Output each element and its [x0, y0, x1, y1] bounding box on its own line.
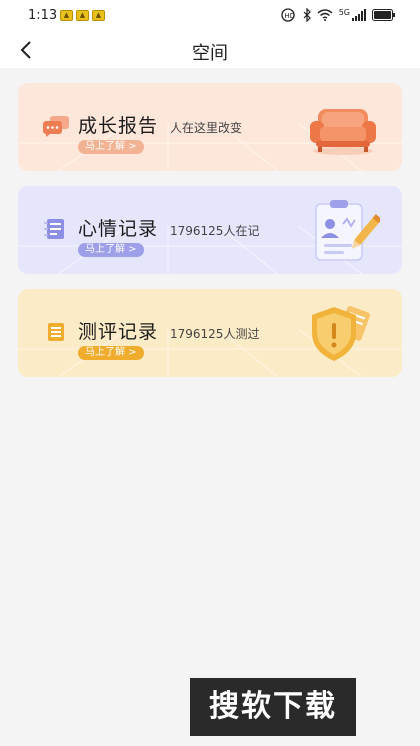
bluetooth-icon [303, 8, 311, 22]
growth-report-card[interactable]: 成长报告 人在这里改变 马上了解 > [18, 83, 402, 171]
hd-icon: HD [281, 8, 295, 22]
card-subtitle: 人在这里改变 [170, 121, 243, 135]
network-type-label: 5G [338, 7, 350, 17]
status-time: 1:13 [28, 8, 58, 23]
notebook-icon [44, 219, 64, 239]
notif-icon: ▲ [92, 10, 105, 21]
shield-warning-icon [312, 306, 371, 361]
wifi-icon [317, 9, 333, 21]
mood-record-card[interactable]: 心情记录 1796125人在记 马上了解 > [18, 186, 402, 274]
card-title: 测评记录 [78, 321, 159, 343]
card-subtitle: 1796125人测过 [170, 327, 260, 341]
status-right-icons: HD 5G [281, 8, 396, 22]
list-icon [48, 323, 64, 341]
notification-icons: ▲ ▲ ▲ [60, 10, 105, 21]
notif-icon: ▲ [76, 10, 89, 21]
status-bar: 1:13 ▲ ▲ ▲ HD 5G [0, 0, 420, 32]
page-title: 空间 [192, 43, 228, 64]
card-subtitle: 1796125人在记 [170, 224, 260, 238]
signal-icon [352, 9, 366, 21]
assessment-record-card[interactable]: 测评记录 1796125人测过 马上了解 > [18, 289, 402, 377]
sofa-icon [310, 109, 376, 155]
card-title: 成长报告 [78, 115, 159, 137]
nav-bar: 空间 [0, 32, 420, 68]
card-title: 心情记录 [78, 218, 159, 240]
chat-bubbles-icon [43, 116, 69, 137]
watermark-overlay: 搜软下载 [190, 678, 356, 736]
svg-text:HD: HD [284, 12, 295, 20]
battery-icon [372, 9, 395, 21]
learn-more-button[interactable]: 马上了解 > [78, 243, 144, 257]
learn-more-button[interactable]: 马上了解 > [78, 346, 144, 360]
learn-more-button[interactable]: 马上了解 > [78, 140, 144, 154]
clipboard-profile-icon [315, 200, 380, 261]
notif-icon: ▲ [60, 10, 73, 21]
